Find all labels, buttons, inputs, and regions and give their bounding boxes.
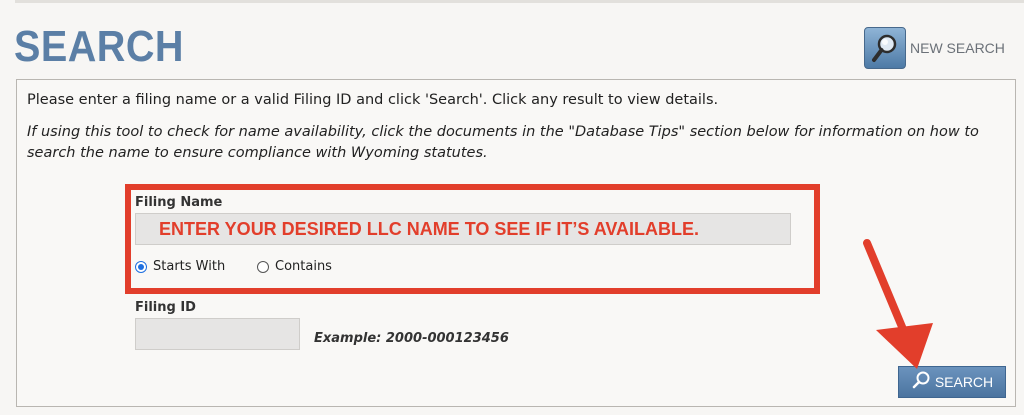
red-arrow-annotation <box>863 239 933 369</box>
